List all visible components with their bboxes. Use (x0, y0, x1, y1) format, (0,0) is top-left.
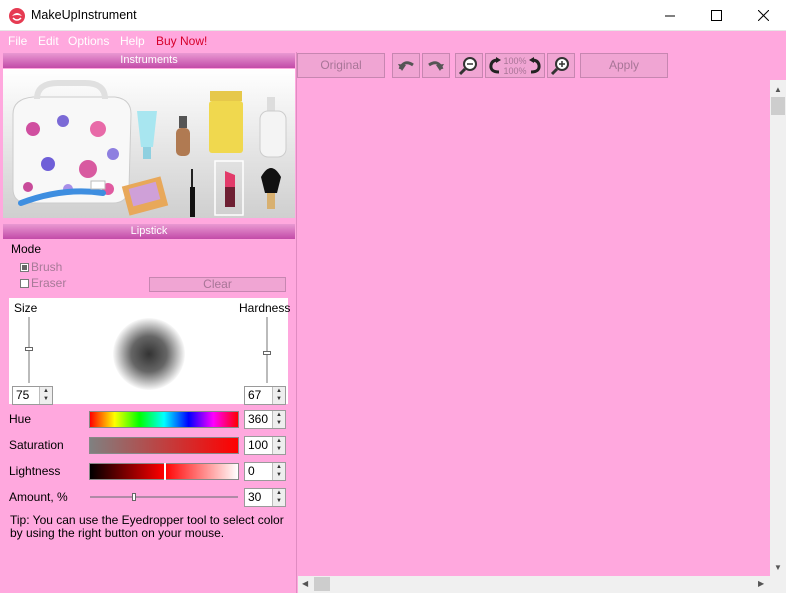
rotate-left-icon[interactable] (488, 56, 502, 75)
hardness-spin-buttons[interactable]: ▲ ▼ (272, 387, 285, 404)
vertical-scrollbar[interactable]: ▲ ▼ (770, 80, 786, 576)
hue-spinner[interactable]: 360 ▲ ▼ (244, 410, 286, 429)
hue-label: Hue (9, 412, 32, 426)
size-label: Size (14, 301, 38, 315)
hardness-spinner[interactable]: 67 ▲ ▼ (244, 386, 286, 405)
menu-help[interactable]: Help (120, 34, 145, 48)
amount-label: Amount, % (9, 490, 68, 504)
hardness-slider-thumb[interactable] (263, 351, 271, 355)
powder-jar-item[interactable] (209, 91, 243, 153)
saturation-value: 100 (248, 438, 269, 452)
hue-value: 360 (248, 412, 269, 426)
amount-spin-buttons[interactable]: ▲ ▼ (272, 489, 285, 506)
zoom-top-value: 100% (503, 55, 527, 66)
vertical-scroll-thumb[interactable] (771, 97, 785, 115)
maximize-icon (710, 10, 722, 21)
scroll-right-arrow-icon[interactable]: ▶ (758, 579, 764, 588)
close-button[interactable] (740, 0, 786, 31)
size-spin-buttons[interactable]: ▲ ▼ (39, 387, 52, 404)
amount-slider-thumb[interactable] (132, 493, 136, 501)
lightness-bar[interactable] (89, 463, 239, 480)
scroll-corner (770, 576, 786, 593)
lightness-spinner[interactable]: 0 ▲ ▼ (244, 462, 286, 481)
tool-header: Lipstick (3, 224, 295, 239)
hardness-label: Hardness (239, 301, 291, 315)
zoom-out-icon (458, 56, 477, 75)
original-button[interactable]: Original (297, 53, 385, 78)
rotate-zoom-group: 100% 100% (485, 53, 545, 78)
apply-button[interactable]: Apply (580, 53, 668, 78)
size-slider[interactable] (25, 317, 33, 383)
lotion-bottle-item[interactable] (259, 97, 287, 158)
zoom-in-button[interactable] (547, 53, 575, 78)
brush-preview-area: Size Hardness 75 ▲ ▼ 67 ▲ ▼ (9, 298, 291, 405)
amount-slider[interactable] (90, 493, 238, 501)
size-slider-thumb[interactable] (25, 347, 33, 351)
foundation-bottle-item[interactable] (176, 116, 190, 156)
zoom-in-icon (550, 56, 569, 75)
amount-spinner[interactable]: 30 ▲ ▼ (244, 488, 286, 507)
minimize-icon (664, 15, 675, 17)
menu-edit[interactable]: Edit (38, 34, 59, 48)
lightness-spin-buttons[interactable]: ▲ ▼ (272, 463, 285, 480)
minimize-button[interactable] (647, 0, 693, 31)
eraser-label: Eraser (31, 276, 67, 290)
clear-button[interactable]: Clear (149, 277, 286, 292)
tip-text: Tip: You can use the Eyedropper tool to … (10, 513, 284, 540)
lipstick-item[interactable] (214, 160, 244, 216)
instruments-header: Instruments (3, 53, 295, 68)
scroll-down-arrow-icon[interactable]: ▼ (774, 563, 782, 572)
image-canvas[interactable] (298, 80, 770, 576)
brush-preview (113, 318, 185, 390)
lightness-label: Lightness (9, 464, 61, 478)
undo-icon (398, 60, 414, 71)
scroll-up-arrow-icon[interactable]: ▲ (774, 85, 782, 94)
redo-icon (428, 60, 444, 71)
menu-bar: File Edit Options Help Buy Now! (0, 31, 786, 51)
lightness-value: 0 (248, 464, 255, 478)
app-icon (9, 8, 25, 24)
lightness-marker[interactable] (164, 463, 166, 480)
zoom-bottom-value: 100% (503, 65, 527, 76)
menu-buy-now[interactable]: Buy Now! (156, 34, 207, 48)
hardness-slider[interactable] (263, 317, 271, 383)
saturation-bar[interactable] (89, 437, 239, 454)
rotate-right-icon[interactable] (528, 56, 542, 75)
makeup-brush-item[interactable] (261, 168, 281, 209)
window-title: MakeUpInstrument (31, 8, 137, 22)
eraser-radio[interactable] (20, 279, 29, 288)
cosmetic-bag-item[interactable] (12, 80, 132, 204)
amount-value: 30 (248, 490, 262, 504)
saturation-label: Saturation (9, 438, 64, 452)
menu-options[interactable]: Options (68, 34, 109, 48)
close-icon (757, 10, 769, 21)
maximize-button[interactable] (693, 0, 739, 31)
menu-file[interactable]: File (8, 34, 27, 48)
horizontal-scrollbar[interactable]: ◀ ▶ (298, 576, 770, 593)
eyeliner-item[interactable] (190, 169, 195, 217)
hue-bar[interactable] (89, 411, 239, 428)
size-value: 75 (16, 388, 30, 402)
brush-radio[interactable] (20, 263, 29, 272)
scroll-left-arrow-icon[interactable]: ◀ (302, 579, 308, 588)
cream-tube-item[interactable] (137, 111, 157, 159)
instruments-gallery (3, 69, 295, 218)
zoom-out-button[interactable] (455, 53, 483, 78)
brush-label: Brush (31, 260, 63, 274)
redo-button[interactable] (422, 53, 450, 78)
hue-spin-buttons[interactable]: ▲ ▼ (272, 411, 285, 428)
undo-button[interactable] (392, 53, 420, 78)
horizontal-scroll-thumb[interactable] (314, 577, 330, 591)
hardness-value: 67 (248, 388, 262, 402)
size-spinner[interactable]: 75 ▲ ▼ (12, 386, 53, 405)
saturation-spin-buttons[interactable]: ▲ ▼ (272, 437, 285, 454)
saturation-spinner[interactable]: 100 ▲ ▼ (244, 436, 286, 455)
title-bar: MakeUpInstrument (0, 0, 786, 31)
mode-label: Mode (11, 242, 42, 256)
